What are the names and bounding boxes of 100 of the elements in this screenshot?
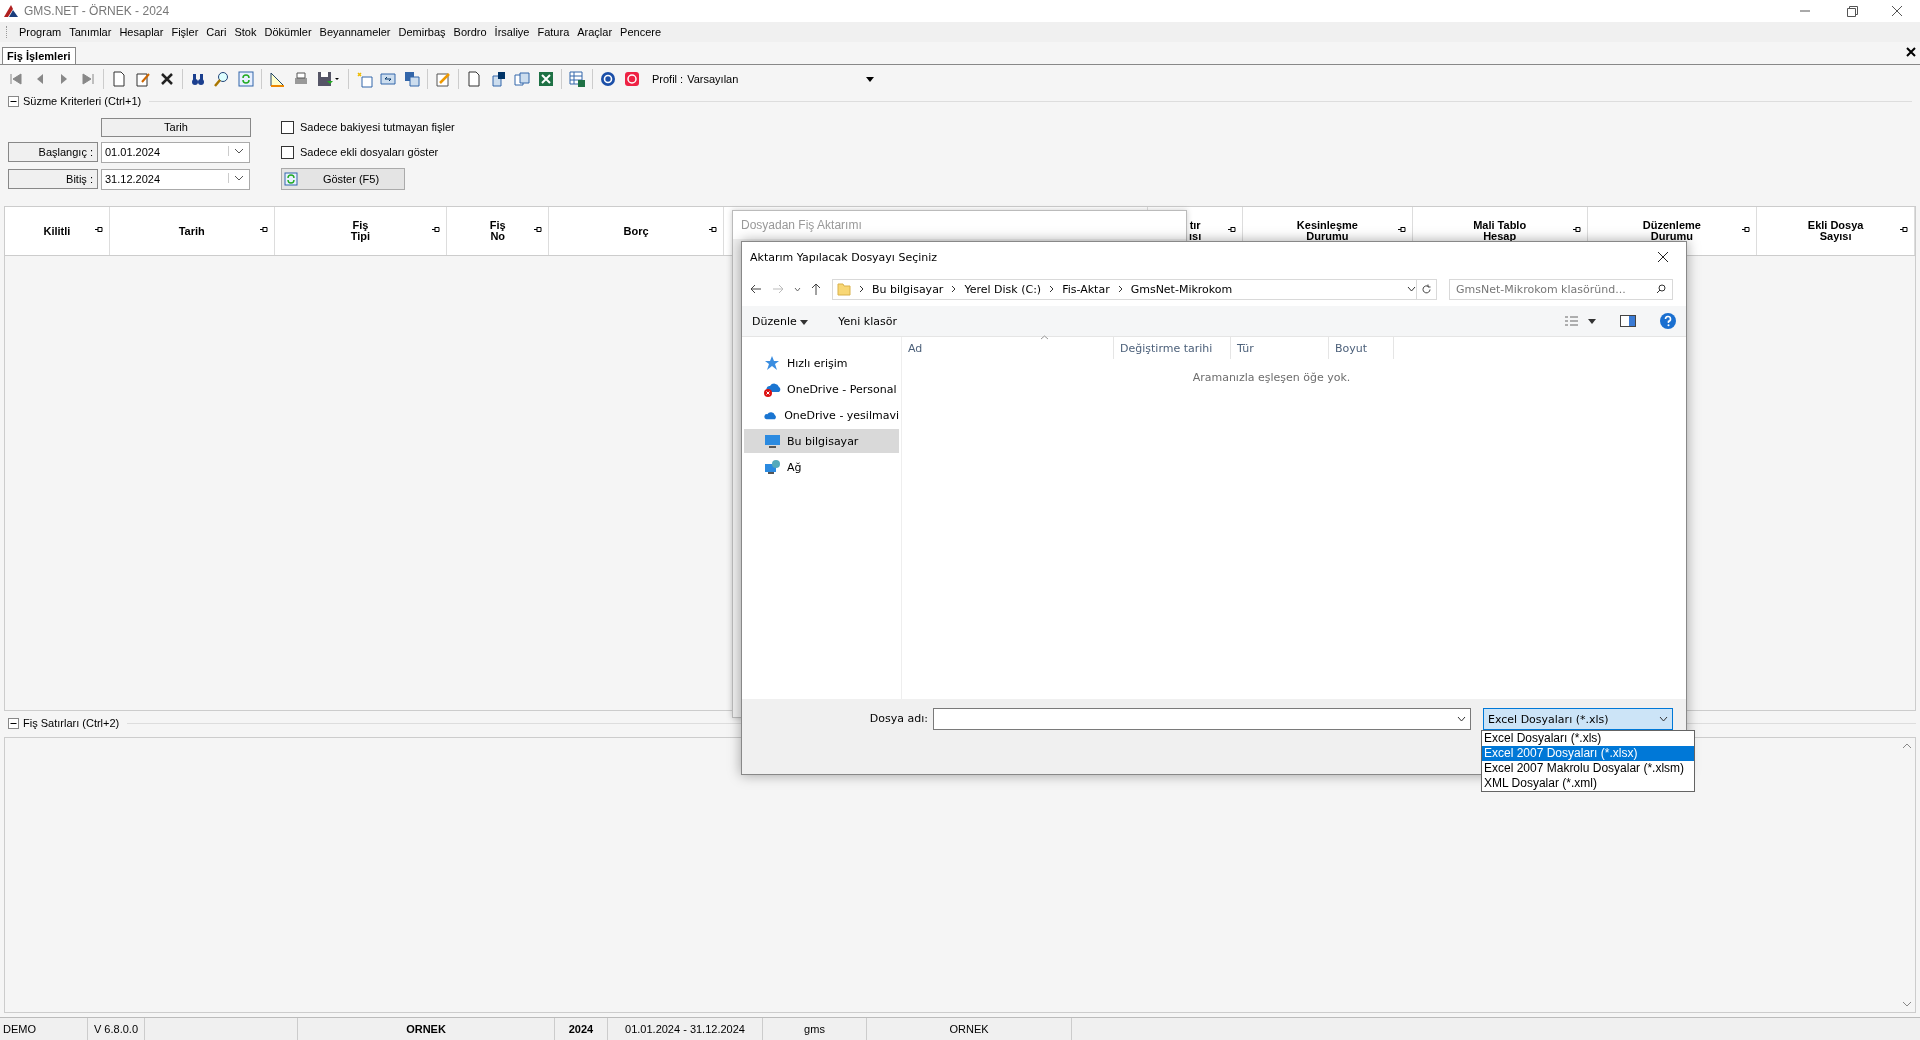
document-icon[interactable] [465,70,483,88]
file-name-field[interactable] [933,708,1471,730]
menu-item[interactable]: Pencere [616,26,666,38]
back-icon[interactable] [750,284,762,294]
preview-pane-icon[interactable] [1620,315,1636,327]
navigation-item[interactable]: OneDrive - Personal [744,377,899,401]
collapse-toggle-icon[interactable] [8,95,19,107]
pin-icon[interactable] [94,226,103,233]
menu-item[interactable]: Araçlar [573,26,617,38]
navigation-item[interactable]: Bu bilgisayar [744,429,899,453]
last-record-icon[interactable] [79,70,97,88]
up-icon[interactable] [811,283,821,295]
checkbox[interactable] [281,145,294,159]
recent-dropdown-icon[interactable] [794,286,801,292]
menu-item[interactable]: Hesaplar [115,26,168,38]
window-title: Dosyadan Fiş Aktarımı [741,218,862,232]
search-field[interactable]: GmsNet-Mikrokom klasöründ... [1449,278,1673,300]
column-header[interactable]: Kilitli [43,225,71,237]
menu-item[interactable]: Bordro [449,26,491,38]
save-icon[interactable] [316,70,342,88]
checkbox[interactable] [281,120,294,134]
scroll-up-icon[interactable] [1901,742,1913,750]
spreadsheet-icon[interactable] [537,70,555,88]
dropdown-icon[interactable] [1457,716,1466,722]
table-export-icon[interactable] [568,70,586,88]
end-date-field[interactable]: 31.12.2024 [101,168,250,190]
dropdown-option[interactable]: Excel 2007 Dosyaları (*.xlsx) [1482,746,1694,761]
menu-item[interactable]: Cari [202,26,231,38]
date-header: Tarih [101,117,251,137]
column-header[interactable]: Borç [623,225,649,237]
column-header[interactable]: Tür [1237,341,1254,355]
refresh-icon[interactable] [1421,283,1432,295]
file-type-dropdown[interactable]: Excel Dosyaları (*.xls) [1483,708,1673,730]
menu-item[interactable]: Tanımlar [65,26,116,38]
multi-document-icon[interactable] [513,70,531,88]
column-header[interactable]: Tarih [178,225,205,237]
menu-item[interactable]: Fişler [167,26,203,38]
column-header[interactable]: Kesinleşme Durumu [1296,220,1358,242]
pin-icon[interactable] [1742,226,1751,233]
help-icon[interactable] [599,70,617,88]
breadcrumb-item[interactable]: Yerel Disk (C:) [964,282,1042,296]
document-tab[interactable]: Fiş İşlemleri [2,47,76,64]
view-options-icon[interactable] [1564,315,1596,327]
column-header[interactable]: Ad [908,341,923,355]
menu-item[interactable]: Program [15,26,66,38]
pin-icon[interactable] [1228,226,1237,233]
column-header[interactable]: Fiş No [489,220,506,242]
organize-button[interactable]: Düzenle [752,314,809,328]
breadcrumb-item[interactable]: Bu bilgisayar [872,282,944,296]
navigation-item[interactable]: OneDrive - yesilmavi [744,403,899,427]
network-icon [764,459,781,475]
breadcrumb-item[interactable]: Fis-Aktar [1062,282,1110,296]
help-icon[interactable] [1660,313,1676,329]
scroll-down-icon[interactable] [1901,1000,1913,1008]
copy-icon[interactable] [403,70,421,88]
search-icon[interactable] [213,70,231,88]
menu-item[interactable]: Fatura [533,26,574,38]
bf-document-icon[interactable] [489,70,507,88]
ruler-icon[interactable] [268,70,286,88]
show-button[interactable]: Göster (F5) [281,168,405,190]
dropdown-arrow-icon [866,76,875,82]
columns-icon[interactable] [379,70,397,88]
pin-icon[interactable] [1900,226,1908,233]
refresh-icon[interactable] [237,70,255,88]
breadcrumb-item[interactable]: GmsNet-Mikrokom [1130,282,1233,296]
menu-item[interactable]: Demirbaş [394,26,450,38]
file-name-label: Dosya adı: [868,711,929,727]
navigation-item[interactable]: Ağ [744,455,899,479]
checkbox-label: Sadece bakiyesi tutmayan fişler [300,121,455,133]
status-field: 01.01.2024 - 31.12.2024 [625,1023,745,1035]
collapse-toggle-icon[interactable] [8,717,19,729]
pin-icon[interactable] [432,226,441,233]
column-header[interactable]: Düzenleme Durumu [1642,220,1701,242]
menu-item[interactable]: Beyannameler [315,26,395,38]
navigation-item[interactable]: Hızlı erişim [744,351,899,375]
power-icon[interactable] [623,70,641,88]
column-header[interactable]: tır ısı [1189,220,1202,242]
edit-icon[interactable] [134,70,152,88]
new-folder-button[interactable]: Yeni klasör [838,314,897,328]
pin-icon[interactable] [708,226,717,233]
cloud-error-icon [764,381,781,397]
column-header[interactable]: Ekli Dosya Sayısı [1807,220,1864,242]
menu-item[interactable]: Stok [230,26,261,38]
pin-icon[interactable] [534,226,543,233]
first-record-icon[interactable] [7,70,25,88]
pin-icon[interactable] [1572,226,1581,233]
menu-item[interactable]: Dökümler [260,26,316,38]
close-icon[interactable] [1906,47,1916,57]
column-header[interactable]: Mali Tablo Hesap [1473,220,1527,242]
address-bar[interactable]: Bu bilgisayar Yerel Disk (C:) Fis-Aktar GmsNet-Mikrokom [832,278,1417,300]
column-header[interactable]: Fiş Tipi [350,220,371,242]
new-document-icon[interactable] [110,70,128,88]
column-header[interactable]: Boyut [1335,341,1368,355]
start-date-field[interactable]: 01.01.2024 [101,141,250,163]
menu-item[interactable]: İrsaliye [490,26,534,38]
dropdown-icon[interactable] [1407,286,1416,292]
pin-icon[interactable] [259,226,268,233]
checkbox-label: Sadece ekli dosyaları göster [300,146,439,158]
column-header[interactable]: Değiştirme tarihi [1120,341,1213,355]
pin-icon[interactable] [1397,226,1406,233]
